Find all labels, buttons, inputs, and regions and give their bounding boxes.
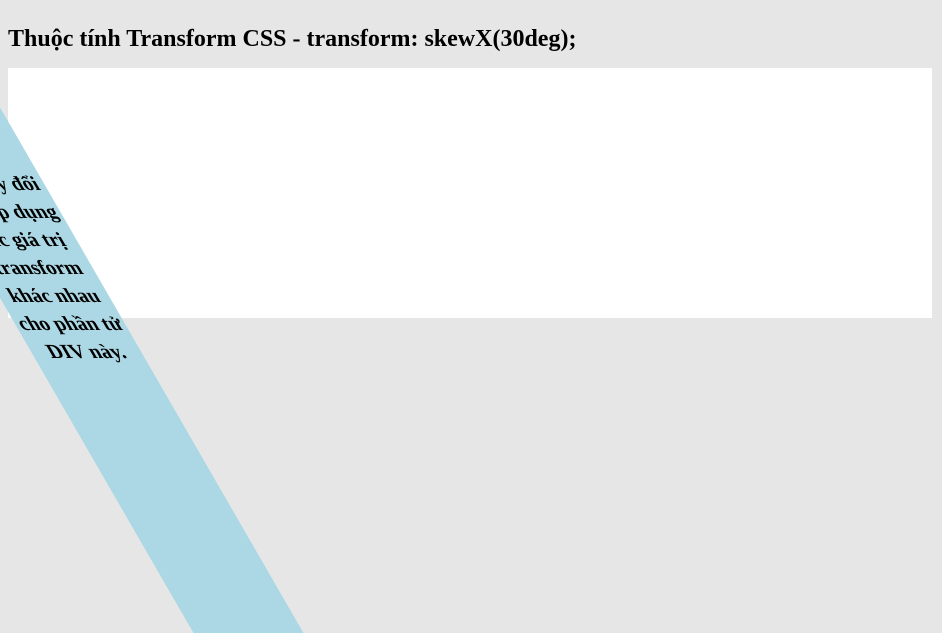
page-container: Thuộc tính Transform CSS - transform: sk… xyxy=(0,0,942,633)
reference-box xyxy=(8,68,932,318)
page-title: Thuộc tính Transform CSS - transform: sk… xyxy=(8,26,576,53)
